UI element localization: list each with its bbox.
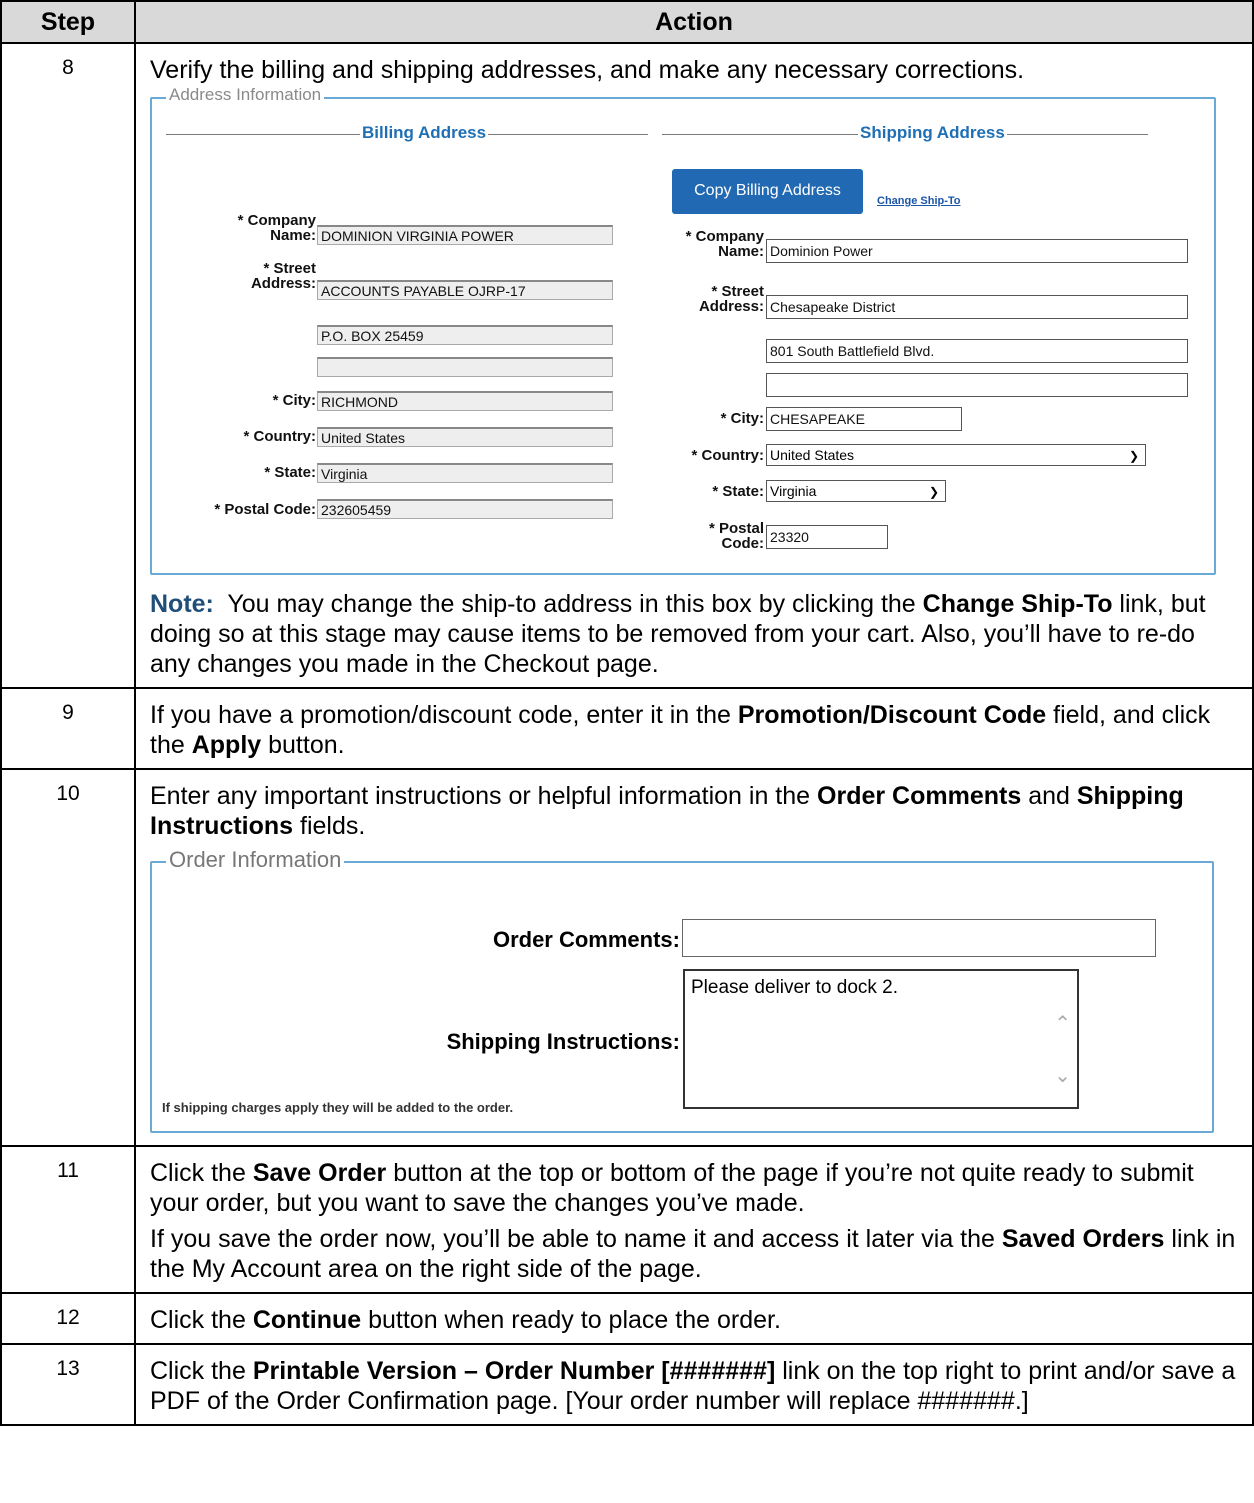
- header-row: Step Action: [0, 0, 1254, 44]
- step-8-intro: Verify the billing and shipping addresse…: [150, 56, 1025, 84]
- step-8-action: Verify the billing and shipping addresse…: [134, 42, 1254, 689]
- shipping-postal-input[interactable]: 23320: [766, 525, 888, 549]
- order-information-panel: Order Information Order Comments: Shippi…: [150, 847, 1214, 1133]
- table-row: 9 If you have a promotion/discount code,…: [0, 687, 1254, 770]
- shipping-state-label: * State:: [712, 483, 764, 500]
- scroll-up-icon[interactable]: ⌃: [1054, 1009, 1071, 1039]
- step-11-action: Click the Save Order button at the top o…: [134, 1145, 1254, 1294]
- step-number: 11: [0, 1145, 136, 1294]
- billing-postal-label: * Postal Code:: [214, 501, 316, 518]
- billing-state-label: * State:: [264, 464, 316, 481]
- shipping-city-label: * City:: [720, 410, 764, 427]
- billing-company-field: DOMINION VIRGINIA POWER: [317, 225, 613, 245]
- change-ship-to-link[interactable]: Change Ship-To: [877, 186, 961, 216]
- billing-company-label: * Company Name:: [237, 212, 316, 244]
- shipping-country-label: * Country:: [691, 447, 765, 464]
- shipping-country-select[interactable]: United States ❯: [766, 444, 1146, 466]
- shipping-company-label: * Company Name:: [685, 228, 764, 260]
- order-comments-input[interactable]: [682, 919, 1156, 957]
- order-comments-label: Order Comments:: [492, 927, 680, 952]
- step-12-action: Click the Continue button when ready to …: [134, 1292, 1254, 1345]
- step-9-action: If you have a promotion/discount code, e…: [134, 687, 1254, 770]
- table-row: 10 Enter any important instructions or h…: [0, 768, 1254, 1147]
- step-13-action: Click the Printable Version – Order Numb…: [134, 1343, 1254, 1426]
- step-number: 8: [0, 42, 136, 689]
- billing-street3-field: [317, 357, 613, 377]
- billing-country-label: * Country:: [243, 428, 317, 445]
- step-10-action: Enter any important instructions or help…: [134, 768, 1254, 1147]
- shipping-country-value: United States: [770, 447, 855, 463]
- shipping-company-input[interactable]: Dominion Power: [766, 239, 1188, 263]
- table-row: 12 Click the Continue button when ready …: [0, 1292, 1254, 1345]
- step-number: 13: [0, 1343, 136, 1426]
- steps-table: Step Action 8 Verify the billing and shi…: [0, 0, 1254, 1426]
- shipping-state-value: Virginia: [770, 483, 817, 499]
- step-number: 10: [0, 768, 136, 1147]
- billing-street1-field: ACCOUNTS PAYABLE OJRP-17: [317, 280, 613, 300]
- shipping-street-label: * Street Address:: [698, 283, 764, 315]
- table-row: 13 Click the Printable Version – Order N…: [0, 1343, 1254, 1426]
- step-8-note: Note: You may change the ship-to address…: [150, 590, 1206, 678]
- table-row: 8 Verify the billing and shipping addres…: [0, 42, 1254, 689]
- step-header: Step: [0, 0, 136, 44]
- billing-street2-field: P.O. BOX 25459: [317, 325, 613, 345]
- scroll-down-icon[interactable]: ⌄: [1054, 1061, 1071, 1091]
- billing-street-label: * Street Address:: [250, 260, 316, 292]
- shipping-charges-note: If shipping charges apply they will be a…: [162, 1100, 514, 1115]
- shipping-address-heading: Shipping Address: [858, 123, 1007, 143]
- billing-address-heading: Billing Address: [360, 123, 489, 143]
- billing-postal-field: 232605459: [317, 499, 613, 519]
- step-number: 12: [0, 1292, 136, 1345]
- billing-city-field: RICHMOND: [317, 391, 613, 411]
- table-row: 11 Click the Save Order button at the to…: [0, 1145, 1254, 1294]
- billing-country-field: United States: [317, 427, 613, 447]
- shipping-street3-input[interactable]: [766, 373, 1188, 397]
- billing-city-label: * City:: [272, 392, 316, 409]
- copy-billing-address-button[interactable]: Copy Billing Address: [672, 169, 863, 214]
- address-information-panel: Address Information Billing Address Ship…: [150, 85, 1216, 575]
- address-legend: Address Information: [166, 85, 325, 105]
- chevron-down-icon: ❯: [1128, 449, 1139, 463]
- shipping-city-input[interactable]: CHESAPEAKE: [766, 407, 962, 431]
- action-header: Action: [134, 0, 1254, 44]
- order-legend: Order Information: [166, 847, 345, 873]
- chevron-down-icon: ❯: [928, 485, 939, 499]
- billing-state-field: Virginia: [317, 463, 613, 483]
- step-number: 9: [0, 687, 136, 770]
- shipping-instructions-textarea[interactable]: Please deliver to dock 2. ⌃ ⌄: [683, 969, 1079, 1109]
- shipping-state-select[interactable]: Virginia ❯: [766, 480, 946, 502]
- shipping-street1-input[interactable]: Chesapeake District: [766, 295, 1188, 319]
- shipping-instructions-label: Shipping Instructions:: [446, 1029, 680, 1054]
- shipping-street2-input[interactable]: 801 South Battlefield Blvd.: [766, 339, 1188, 363]
- shipping-postal-label: * Postal Code:: [708, 520, 764, 552]
